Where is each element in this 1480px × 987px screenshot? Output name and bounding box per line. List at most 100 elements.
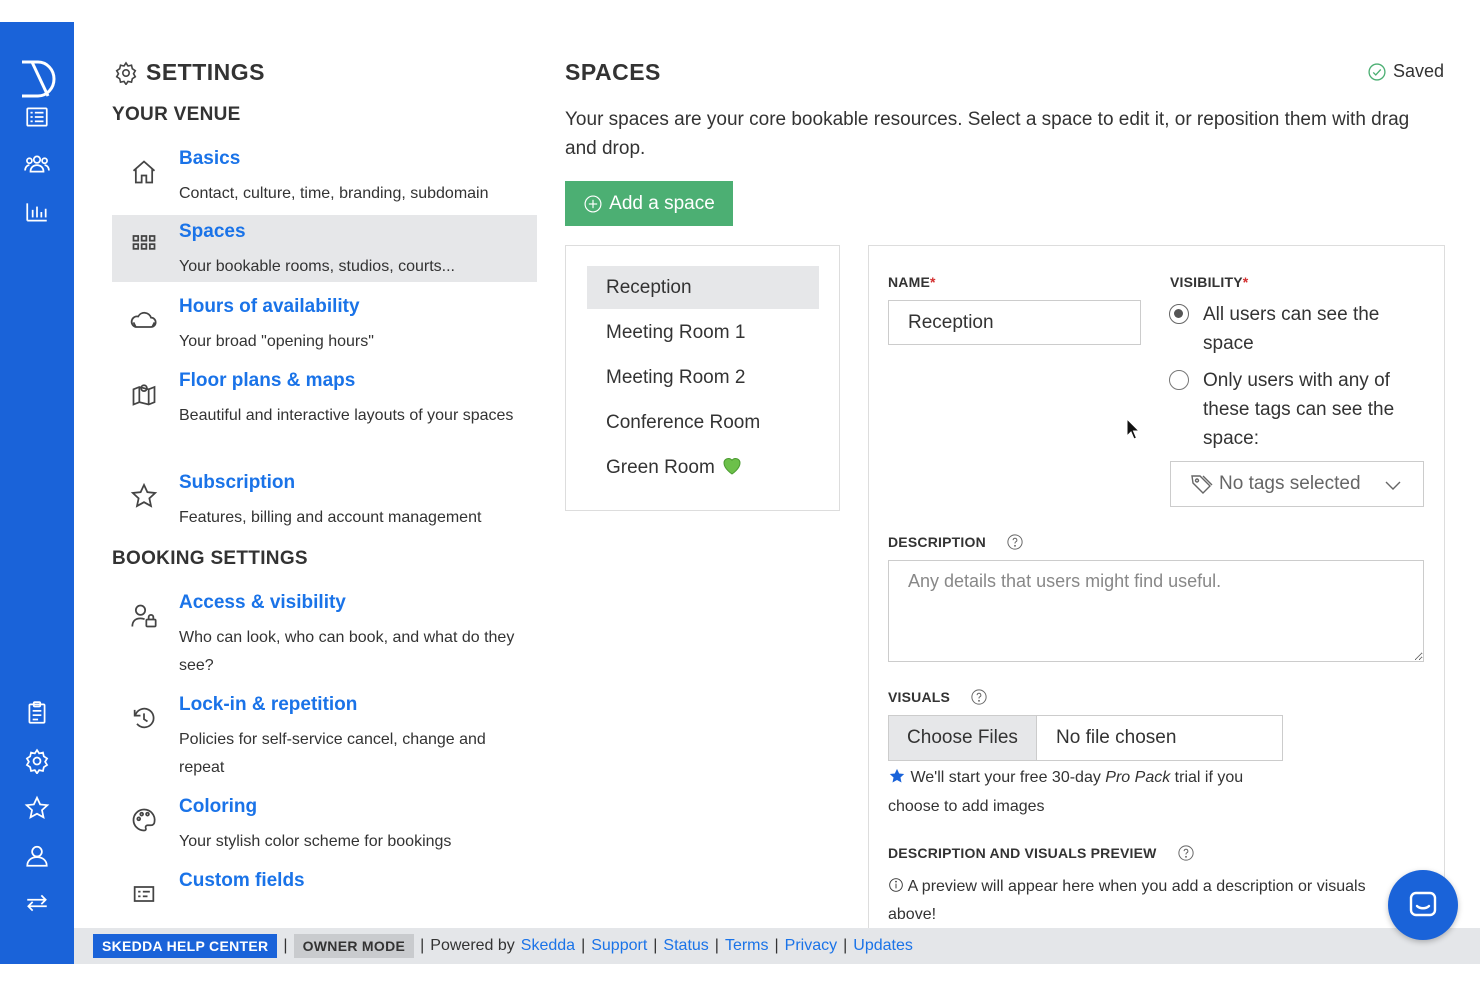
footer-bar: SKEDDA HELP CENTER | OWNER MODE | Powere… — [74, 928, 1480, 964]
space-item-green-room[interactable]: Green Room — [587, 446, 819, 489]
sidebar-item-label: Coloring — [179, 796, 258, 817]
star-filled-icon — [889, 768, 905, 783]
sidebar-item-coloring[interactable]: Coloring Your stylish color scheme for b… — [112, 794, 537, 856]
plus-circle-icon — [584, 195, 602, 212]
visibility-option-all[interactable]: All users can see the space — [1169, 300, 1413, 358]
gear-icon — [115, 61, 137, 85]
radio-unselected[interactable] — [1169, 370, 1189, 390]
visibility-label: VISIBILITY* — [1170, 274, 1249, 290]
add-space-button[interactable]: Add a space — [565, 181, 733, 226]
spaces-main: SPACES Saved Your spaces are your core b… — [565, 22, 1445, 945]
help-icon[interactable] — [1006, 533, 1024, 551]
switch-icon[interactable] — [22, 888, 52, 918]
sidebar-item-label: Floor plans & maps — [179, 370, 356, 391]
sidebar-item-desc: Who can look, who can book, and what do … — [179, 629, 515, 674]
description-field[interactable] — [888, 560, 1424, 662]
grid-icon — [130, 229, 160, 259]
palette-icon — [130, 806, 160, 836]
green-heart-icon — [723, 458, 741, 475]
saved-status: Saved — [1367, 61, 1444, 82]
sidebar-item-desc: Your broad "opening hours" — [179, 333, 374, 350]
space-list: Reception Meeting Room 1 Meeting Room 2 … — [565, 245, 840, 511]
owner-mode-badge[interactable]: OWNER MODE — [293, 934, 415, 958]
sidebar-item-desc: Features, billing and account management — [179, 509, 482, 526]
sidebar-item-label: Access & visibility — [179, 592, 346, 613]
tags-select[interactable]: No tags selected — [1170, 461, 1424, 507]
help-icon[interactable] — [1177, 844, 1195, 862]
space-item-meeting-room-2[interactable]: Meeting Room 2 — [587, 356, 819, 399]
sidebar-item-hours[interactable]: Hours of availability Your broad "openin… — [112, 294, 537, 356]
nav-rail — [0, 22, 74, 964]
privacy-link[interactable]: Privacy — [785, 937, 837, 955]
map-icon — [130, 380, 160, 410]
preview-label: DESCRIPTION AND VISUALS PREVIEW — [888, 844, 1195, 862]
settings-sidebar: SETTINGS YOUR VENUE Basics Contact, cult… — [74, 22, 554, 928]
chat-icon — [1409, 891, 1437, 917]
sidebar-item-subscription[interactable]: Subscription Features, billing and accou… — [112, 470, 537, 532]
sidebar-item-label: Custom fields — [179, 870, 305, 891]
history-icon — [130, 704, 160, 734]
visibility-option-tags[interactable]: Only users with any of these tags can se… — [1169, 366, 1413, 453]
sidebar-item-spaces[interactable]: Spaces Your bookable rooms, studios, cou… — [112, 215, 537, 282]
support-link[interactable]: Support — [591, 937, 647, 955]
settings-title-text: SETTINGS — [146, 59, 266, 85]
name-field[interactable] — [888, 300, 1141, 345]
user-lock-icon — [130, 602, 160, 632]
sidebar-item-basics[interactable]: Basics Contact, culture, time, branding,… — [112, 146, 537, 208]
chat-launcher-button[interactable] — [1388, 870, 1458, 940]
sidebar-item-lock-in[interactable]: Lock-in & repetition Policies for self-s… — [112, 692, 537, 782]
profile-icon[interactable] — [22, 841, 52, 871]
visuals-file-input[interactable]: Choose Files No file chosen — [888, 715, 1283, 761]
sidebar-item-label: Lock-in & repetition — [179, 694, 358, 715]
tags-placeholder: No tags selected — [1219, 473, 1361, 494]
star-outline-icon — [130, 482, 160, 512]
sidebar-item-desc: Contact, culture, time, branding, subdom… — [179, 185, 489, 202]
users-icon[interactable] — [22, 149, 52, 179]
add-space-label: Add a space — [609, 192, 715, 214]
pro-pack-note: We'll start your free 30-day Pro Pack tr… — [888, 768, 1244, 815]
sidebar-item-floor-plans[interactable]: Floor plans & maps Beautiful and interac… — [112, 368, 537, 458]
clouds-icon — [130, 306, 160, 336]
mouse-cursor-icon — [1126, 418, 1141, 440]
space-item-reception[interactable]: Reception — [587, 266, 819, 309]
choose-files-button[interactable]: Choose Files — [889, 716, 1037, 760]
skedda-logo[interactable] — [18, 58, 56, 100]
spaces-intro: Your spaces are your core bookable resou… — [565, 109, 1410, 159]
sidebar-item-label: Basics — [179, 148, 241, 169]
info-icon — [889, 878, 903, 892]
updates-link[interactable]: Updates — [853, 937, 913, 955]
page-title: SPACES — [565, 59, 661, 85]
settings-gear-icon[interactable] — [22, 746, 52, 776]
sidebar-item-label: Subscription — [179, 472, 296, 493]
skedda-link[interactable]: Skedda — [521, 937, 575, 955]
saved-label: Saved — [1392, 61, 1444, 81]
sidebar-item-access[interactable]: Access & visibility Who can look, who ca… — [112, 590, 537, 680]
space-item-conference-room[interactable]: Conference Room — [587, 401, 819, 444]
terms-link[interactable]: Terms — [725, 937, 769, 955]
powered-by-text: Powered by — [430, 937, 515, 954]
chevron-down-icon — [1385, 481, 1401, 490]
help-center-link[interactable]: SKEDDA HELP CENTER — [93, 934, 278, 958]
analytics-icon[interactable] — [22, 197, 52, 227]
help-icon[interactable] — [970, 688, 988, 706]
form-fields-icon — [130, 880, 160, 910]
file-status: No file chosen — [1056, 727, 1177, 748]
list-view-icon[interactable] — [22, 102, 52, 132]
space-item-meeting-room-1[interactable]: Meeting Room 1 — [587, 311, 819, 354]
sidebar-item-custom-fields[interactable]: Custom fields — [112, 868, 537, 908]
preview-note: A preview will appear here when you add … — [888, 878, 1366, 923]
booking-settings-heading: BOOKING SETTINGS — [112, 548, 308, 569]
home-icon — [130, 158, 160, 188]
status-link[interactable]: Status — [663, 937, 708, 955]
sidebar-item-label: Hours of availability — [179, 296, 360, 317]
tag-icon — [1191, 475, 1213, 494]
space-edit-panel: NAME* VISIBILITY* All users can see the … — [868, 245, 1445, 945]
check-circle-icon — [1368, 62, 1386, 81]
radio-selected[interactable] — [1169, 304, 1189, 324]
settings-title: SETTINGS — [114, 59, 265, 86]
sidebar-item-desc: Beautiful and interactive layouts of you… — [179, 407, 514, 424]
sidebar-item-desc: Policies for self-service cancel, change… — [179, 731, 486, 776]
star-icon[interactable] — [22, 793, 52, 823]
clipboard-icon[interactable] — [22, 698, 52, 728]
name-label: NAME* — [888, 274, 936, 290]
